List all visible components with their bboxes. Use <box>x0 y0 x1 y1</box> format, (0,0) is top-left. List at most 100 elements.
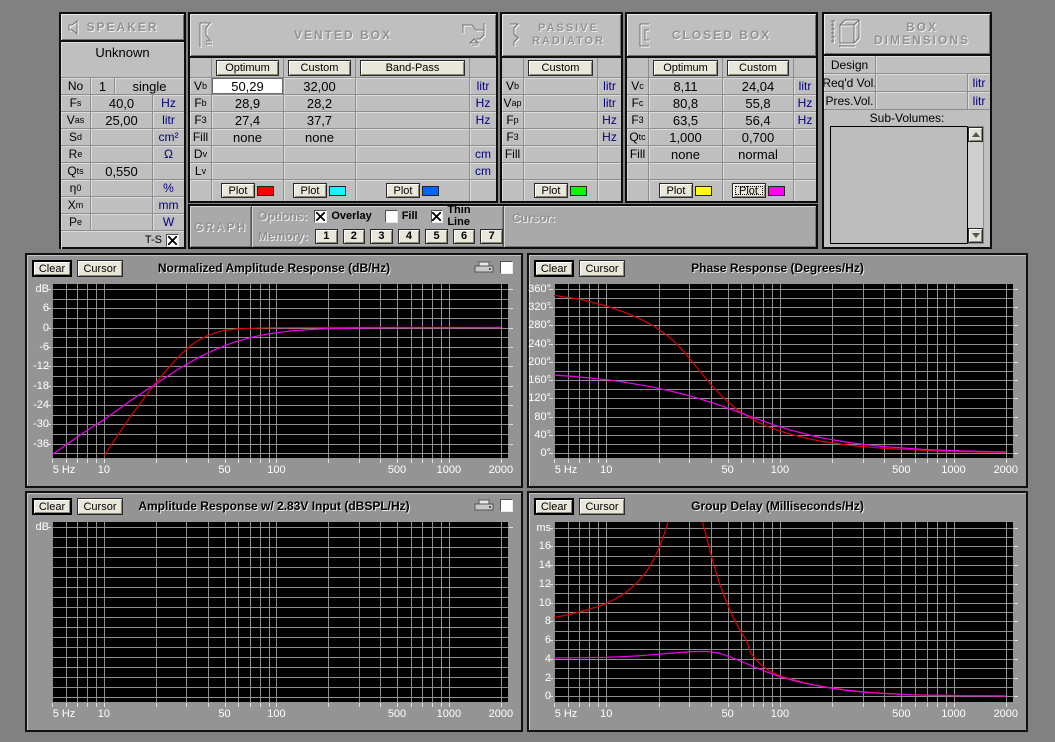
param-value[interactable]: 32,00 <box>284 78 356 95</box>
arrow-down-icon <box>971 233 980 238</box>
param-value[interactable] <box>356 129 470 146</box>
plot-cell: Plot <box>284 180 356 201</box>
ts-checkbox[interactable] <box>166 233 179 247</box>
param-value[interactable]: 63,5 <box>649 112 723 129</box>
dim-value[interactable] <box>876 74 968 92</box>
option-toggle-fill[interactable]: Fill <box>384 209 418 223</box>
cursor-button[interactable]: Cursor <box>77 260 123 277</box>
param-value[interactable] <box>356 95 470 112</box>
param-value[interactable] <box>356 163 470 180</box>
param-value[interactable] <box>91 146 153 163</box>
param-value[interactable] <box>212 163 284 180</box>
param-value[interactable]: 0,550 <box>91 163 153 180</box>
plot-area[interactable] <box>554 284 1013 458</box>
alignment-button-optimum[interactable]: Optimum <box>216 59 279 76</box>
param-value[interactable] <box>524 163 598 180</box>
scroll-up-button[interactable] <box>968 127 983 142</box>
cursor-button[interactable]: Cursor <box>579 498 625 515</box>
param-value[interactable]: 1 <box>91 78 115 95</box>
param-value[interactable] <box>284 146 356 163</box>
option-toggle-thin-line[interactable]: Thin Line <box>430 204 495 228</box>
dim-value[interactable] <box>876 56 990 74</box>
memory-button-1[interactable]: 1 <box>315 228 338 244</box>
param-value[interactable] <box>524 95 598 112</box>
checkbox[interactable] <box>430 209 444 223</box>
param-value[interactable] <box>649 163 723 180</box>
plot-area[interactable] <box>52 522 508 702</box>
param-value[interactable]: none <box>649 146 723 163</box>
alignment-button-custom[interactable]: Custom <box>727 59 789 76</box>
plot-area[interactable] <box>52 284 508 458</box>
sub-volumes-listbox[interactable] <box>830 126 968 244</box>
y-tick <box>1014 417 1018 418</box>
memory-button-2[interactable]: 2 <box>342 228 366 244</box>
memory-button-3[interactable]: 3 <box>370 228 393 244</box>
dim-value[interactable] <box>876 92 968 110</box>
box-button-cell: Custom <box>723 58 794 78</box>
alignment-button-optimum[interactable]: Optimum <box>653 59 718 76</box>
print-checkbox[interactable] <box>500 261 513 274</box>
checkbox[interactable] <box>384 209 398 223</box>
param-value[interactable]: 28,2 <box>284 95 356 112</box>
param-value[interactable] <box>91 129 153 146</box>
plot-area[interactable] <box>554 522 1013 702</box>
speaker-icon <box>68 19 79 35</box>
param-value[interactable]: 40,0 <box>91 95 153 112</box>
plot-button[interactable]: Plot <box>293 183 327 198</box>
print-checkbox[interactable] <box>500 499 513 512</box>
memory-button-6[interactable]: 6 <box>452 228 476 244</box>
plot-button[interactable]: Plot <box>731 183 766 198</box>
param-value[interactable] <box>524 112 598 129</box>
memory-button-7[interactable]: 7 <box>480 228 503 244</box>
plot-button[interactable]: Plot <box>534 183 568 198</box>
param-value[interactable] <box>356 78 470 95</box>
param-value[interactable]: 0,700 <box>723 129 794 146</box>
param-unit <box>794 129 816 146</box>
param-value[interactable]: 24,04 <box>723 78 794 95</box>
alignment-button-custom[interactable]: Custom <box>528 59 593 76</box>
param-value[interactable] <box>524 78 598 95</box>
param-value[interactable] <box>524 146 598 163</box>
param-value[interactable] <box>91 214 153 231</box>
clear-button[interactable]: Clear <box>534 260 574 277</box>
cursor-button[interactable]: Cursor <box>579 260 625 277</box>
param-value[interactable] <box>723 163 794 180</box>
param-value[interactable]: 56,4 <box>723 112 794 129</box>
param-value[interactable]: 8,11 <box>649 78 723 95</box>
param-value[interactable] <box>212 146 284 163</box>
param-value[interactable] <box>356 112 470 129</box>
param-value[interactable] <box>524 129 598 146</box>
param-value[interactable]: 50,29 <box>212 78 284 95</box>
memory-button-5[interactable]: 5 <box>425 228 448 244</box>
cursor-button[interactable]: Cursor <box>77 498 123 515</box>
param-value[interactable]: 1,000 <box>649 129 723 146</box>
alignment-button-custom[interactable]: Custom <box>288 59 351 76</box>
clear-button[interactable]: Clear <box>32 260 72 277</box>
param-value[interactable]: 55,8 <box>723 95 794 112</box>
clear-button[interactable]: Clear <box>534 498 574 515</box>
speaker-name[interactable]: Unknown <box>61 42 184 78</box>
param-value[interactable]: 28,9 <box>212 95 284 112</box>
plot-button[interactable]: Plot <box>221 183 255 198</box>
param-value[interactable] <box>284 163 356 180</box>
clear-button[interactable]: Clear <box>32 498 72 515</box>
param-value[interactable] <box>91 180 153 197</box>
param-value[interactable]: 37,7 <box>284 112 356 129</box>
param-value[interactable]: normal <box>723 146 794 163</box>
param-value[interactable]: 25,00 <box>91 112 153 129</box>
scroll-down-button[interactable] <box>968 228 983 243</box>
plot-button[interactable]: Plot <box>386 183 420 198</box>
option-toggle-overlay[interactable]: Overlay <box>314 209 372 223</box>
param-value[interactable]: none <box>284 129 356 146</box>
sub-volumes-scrollbar[interactable] <box>968 126 984 244</box>
param-value-mode[interactable]: single <box>115 78 184 95</box>
plot-button[interactable]: Plot <box>659 183 693 198</box>
memory-button-4[interactable]: 4 <box>397 228 421 244</box>
checkbox[interactable] <box>314 209 328 223</box>
param-value[interactable]: 80,8 <box>649 95 723 112</box>
param-value[interactable]: none <box>212 129 284 146</box>
param-value[interactable]: 27,4 <box>212 112 284 129</box>
alignment-button-band-pass[interactable]: Band-Pass <box>360 59 465 76</box>
param-value[interactable] <box>91 197 153 214</box>
param-value[interactable] <box>356 146 470 163</box>
